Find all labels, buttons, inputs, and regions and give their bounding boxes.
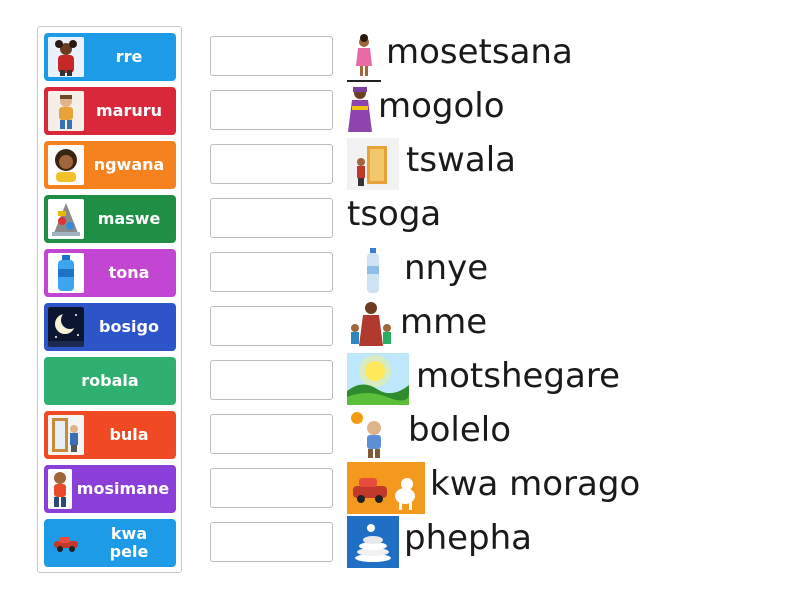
night-moon-icon xyxy=(48,307,84,347)
girl-icon xyxy=(347,32,381,82)
tile-mosimane[interactable]: mosimane xyxy=(44,465,176,513)
tile-ngwana[interactable]: ngwana xyxy=(44,141,176,189)
open-door-icon xyxy=(48,415,84,455)
tile-label: ngwana xyxy=(93,155,165,174)
target-word: tswala xyxy=(406,140,516,180)
tile-label: maswe xyxy=(97,209,161,228)
target-word: mogolo xyxy=(378,86,505,126)
car-backward-icon xyxy=(347,462,425,514)
target-word: mosetsana xyxy=(386,32,573,72)
target-word: mme xyxy=(400,302,488,342)
tile-label: maruru xyxy=(95,101,163,120)
tile-label: mosimane xyxy=(76,479,170,498)
target-word: motshegare xyxy=(416,356,620,396)
tile-label: tona xyxy=(108,263,150,282)
daytime-sun-icon xyxy=(347,353,409,405)
target-word: nnye xyxy=(404,248,489,288)
father-icon xyxy=(48,37,84,77)
drop-slot-10[interactable] xyxy=(210,522,333,562)
tile-rre[interactable]: rre xyxy=(44,33,176,81)
car-forward-icon xyxy=(48,523,84,563)
child-icon xyxy=(48,145,84,185)
drop-slot-1[interactable] xyxy=(210,36,333,76)
tile-maswe[interactable]: maswe xyxy=(44,195,176,243)
tile-label: kwa pele xyxy=(109,524,149,561)
mother-icon xyxy=(347,300,395,350)
drop-slot-9[interactable] xyxy=(210,468,333,508)
word-bank: rre maruru ngwana maswe tona bosigo roba… xyxy=(37,26,182,573)
target-word: bolelo xyxy=(408,410,511,450)
hot-boy-icon xyxy=(347,408,401,460)
tile-kwa-pele[interactable]: kwa pele xyxy=(44,519,176,567)
doll-icon xyxy=(48,91,84,131)
water-bottle-icon xyxy=(48,253,84,293)
drop-slot-6[interactable] xyxy=(210,306,333,346)
tile-maruru[interactable]: maruru xyxy=(44,87,176,135)
drop-slot-8[interactable] xyxy=(210,414,333,454)
clean-plates-icon xyxy=(347,516,399,568)
close-door-icon xyxy=(347,138,399,190)
target-word: phepha xyxy=(404,518,533,558)
tile-label: robala xyxy=(81,371,139,390)
tile-label: rre xyxy=(115,47,143,66)
small-bottle-icon xyxy=(362,246,384,296)
tile-bosigo[interactable]: bosigo xyxy=(44,303,176,351)
grandmother-icon xyxy=(345,84,375,136)
tile-bula[interactable]: bula xyxy=(44,411,176,459)
target-word: tsoga xyxy=(347,194,442,234)
boy-icon xyxy=(48,469,72,509)
tile-label: bula xyxy=(109,425,149,444)
tile-robala[interactable]: robala xyxy=(44,357,176,405)
drop-slot-4[interactable] xyxy=(210,198,333,238)
drop-slot-7[interactable] xyxy=(210,360,333,400)
tile-tona[interactable]: tona xyxy=(44,249,176,297)
tile-label: bosigo xyxy=(99,317,159,336)
target-word: kwa morago xyxy=(430,464,641,504)
drop-slot-5[interactable] xyxy=(210,252,333,292)
drop-slot-3[interactable] xyxy=(210,144,333,184)
drop-slot-2[interactable] xyxy=(210,90,333,130)
rubbish-icon xyxy=(48,199,84,239)
